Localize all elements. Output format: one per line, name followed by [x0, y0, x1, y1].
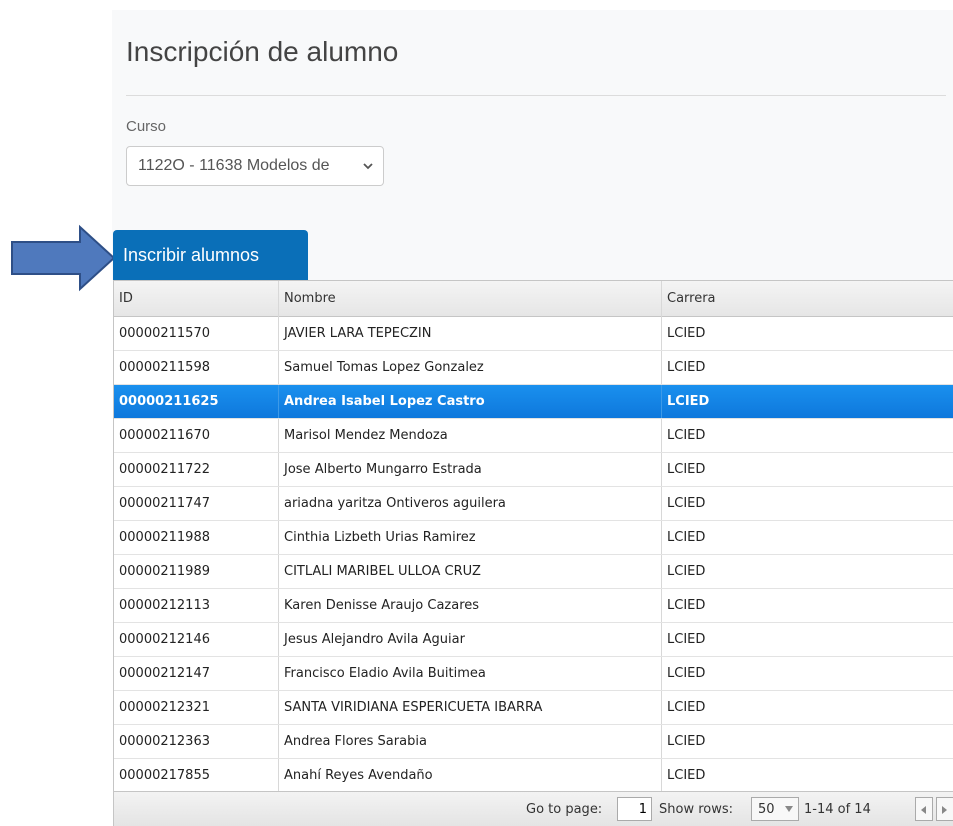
- page-title: Inscripción de alumno: [126, 36, 399, 67]
- table-row[interactable]: 00000212363 Andrea Flores Sarabia LCIED: [114, 725, 953, 759]
- cell-carrera: LCIED: [667, 462, 706, 477]
- cell-id: 00000212321: [114, 691, 279, 724]
- grid-pager: Go to page: Show rows: 50 1-14 of 14: [114, 791, 953, 826]
- cell-nombre: ariadna yaritza Ontiveros aguilera: [279, 487, 662, 520]
- cell-id: 00000212147: [114, 657, 279, 690]
- cell-id: 00000211570: [114, 317, 279, 350]
- cell-carrera: LCIED: [667, 530, 706, 545]
- table-row[interactable]: 00000211989 CITLALI MARIBEL ULLOA CRUZ LCI…: [114, 555, 953, 589]
- cell-carrera: LCIED: [667, 666, 706, 681]
- table-row[interactable]: 00000211670 Marisol Mendez Mendoza LCIED: [114, 419, 953, 453]
- chevron-right-icon: [942, 806, 947, 814]
- cell-id: 00000212363: [114, 725, 279, 758]
- title-divider: [126, 95, 946, 96]
- students-grid: ID Nombre Carrera 00000211570 JAVIER LARA…: [113, 280, 953, 826]
- cell-carrera: LCIED: [667, 632, 706, 647]
- cell-carrera: LCIED: [667, 428, 706, 443]
- prev-page-button[interactable]: [915, 797, 933, 821]
- table-row[interactable]: 00000212146 Jesus Alejandro Avila Aguiar L…: [114, 623, 953, 657]
- cell-carrera: LCIED: [667, 360, 706, 375]
- table-row[interactable]: 00000211598 Samuel Tomas Lopez Gonzalez LC…: [114, 351, 953, 385]
- cell-carrera: LCIED: [667, 326, 706, 341]
- cell-id: 00000211747: [114, 487, 279, 520]
- caret-down-icon: [785, 806, 793, 812]
- show-rows-value: 50: [758, 801, 775, 817]
- cell-id: 00000211625: [114, 385, 279, 418]
- table-row[interactable]: 00000212321 SANTA VIRIDIANA ESPERICUETA I…: [114, 691, 953, 725]
- table-row[interactable]: 00000217855 Anahí Reyes Avendaño LCIED: [114, 759, 953, 793]
- cell-carrera: LCIED: [667, 734, 706, 749]
- column-header-id[interactable]: ID: [114, 281, 279, 317]
- cell-nombre: JAVIER LARA TEPECZIN: [279, 317, 662, 350]
- column-header-carrera[interactable]: Carrera: [662, 281, 953, 317]
- table-row[interactable]: 00000211625 Andrea Isabel Lopez Castro LCI…: [114, 385, 953, 419]
- cell-nombre: CITLALI MARIBEL ULLOA CRUZ: [279, 555, 662, 588]
- next-page-button[interactable]: [936, 797, 953, 821]
- page-range-text: 1-14 of 14: [804, 802, 871, 817]
- cell-nombre: SANTA VIRIDIANA ESPERICUETA IBARRA: [279, 691, 662, 724]
- table-row[interactable]: 00000211722 Jose Alberto Mungarro Estrada…: [114, 453, 953, 487]
- course-select-value: 1122O - 11638 Modelos de: [138, 157, 330, 174]
- cell-nombre: Cinthia Lizbeth Urias Ramirez: [279, 521, 662, 554]
- column-header-nombre[interactable]: Nombre: [279, 281, 662, 317]
- enroll-students-button[interactable]: Inscribir alumnos: [113, 230, 308, 280]
- cell-id: 00000211598: [114, 351, 279, 384]
- cell-id: 00000212146: [114, 623, 279, 656]
- cell-carrera: LCIED: [667, 598, 706, 613]
- cell-nombre: Francisco Eladio Avila Buitimea: [279, 657, 662, 690]
- cell-nombre: Samuel Tomas Lopez Gonzalez: [279, 351, 662, 384]
- cell-id: 00000217855: [114, 759, 279, 792]
- cell-nombre: Jesus Alejandro Avila Aguiar: [279, 623, 662, 656]
- chevron-down-icon: [363, 163, 373, 170]
- cell-nombre: Andrea Isabel Lopez Castro: [279, 385, 662, 418]
- table-row[interactable]: 00000211988 Cinthia Lizbeth Urias Ramirez…: [114, 521, 953, 555]
- cell-carrera: LCIED: [667, 496, 706, 511]
- cell-nombre: Anahí Reyes Avendaño: [279, 759, 662, 792]
- cell-id: 00000211670: [114, 419, 279, 452]
- table-row[interactable]: 00000211570 JAVIER LARA TEPECZIN LCIED: [114, 317, 953, 351]
- table-row[interactable]: 00000212113 Karen Denisse Araujo Cazares L…: [114, 589, 953, 623]
- grid-body: 00000211570 JAVIER LARA TEPECZIN LCIED 0000…: [114, 317, 953, 793]
- cell-nombre: Andrea Flores Sarabia: [279, 725, 662, 758]
- cell-id: 00000211988: [114, 521, 279, 554]
- pointer-arrow-icon: [11, 224, 116, 292]
- cell-carrera: LCIED: [667, 394, 710, 409]
- course-select[interactable]: 1122O - 11638 Modelos de: [126, 146, 384, 186]
- cell-id: 00000211722: [114, 453, 279, 486]
- goto-page-label: Go to page:: [526, 802, 603, 817]
- cell-id: 00000211989: [114, 555, 279, 588]
- table-row[interactable]: 00000212147 Francisco Eladio Avila Buitim…: [114, 657, 953, 691]
- cell-nombre: Karen Denisse Araujo Cazares: [279, 589, 662, 622]
- show-rows-label: Show rows:: [659, 802, 734, 817]
- cell-nombre: Marisol Mendez Mendoza: [279, 419, 662, 452]
- cell-nombre: Jose Alberto Mungarro Estrada: [279, 453, 662, 486]
- grid-header: ID Nombre Carrera: [114, 280, 953, 317]
- show-rows-select[interactable]: 50: [751, 797, 799, 821]
- cell-carrera: LCIED: [667, 564, 706, 579]
- cell-id: 00000212113: [114, 589, 279, 622]
- cell-carrera: LCIED: [667, 768, 706, 783]
- course-label: Curso: [126, 118, 167, 135]
- cell-carrera: LCIED: [667, 700, 706, 715]
- chevron-left-icon: [921, 806, 926, 814]
- table-row[interactable]: 00000211747 ariadna yaritza Ontiveros agu…: [114, 487, 953, 521]
- goto-page-input[interactable]: [617, 797, 652, 821]
